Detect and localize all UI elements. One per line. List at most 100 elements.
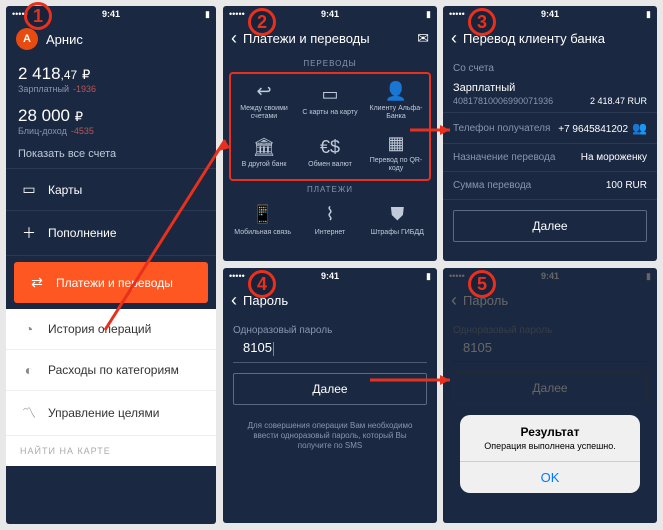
menu-topup[interactable]: ＋ Пополнение (6, 211, 216, 256)
back-icon[interactable]: ‹ (451, 28, 457, 49)
clock-icon: ◔ (20, 321, 38, 337)
step-badge-2: 2 (248, 8, 276, 36)
account-label: Зарплатный (18, 84, 69, 94)
cell-card-to-card[interactable]: ▭С карты на карту (297, 74, 363, 126)
menu-goals[interactable]: 〽 Управление целями (6, 391, 216, 436)
battery-icon: ▮ (426, 9, 431, 20)
account-label: Блиц-доход (18, 126, 67, 136)
otp-label: Одноразовый пароль (443, 317, 657, 338)
payments-grid: 📱Мобильная связь ⌇Интернет ⛊Штрафы ГИБДД (229, 198, 431, 243)
amount-label: Сумма перевода (453, 180, 531, 191)
result-alert: Результат Операция выполнена успешно. OK (460, 415, 640, 493)
menu-label: Пополнение (48, 226, 117, 240)
from-account[interactable]: Зарплатный 40817810006990071936 2 418.47… (443, 76, 657, 113)
chat-icon[interactable]: ✉ (417, 30, 429, 47)
cell-other-bank[interactable]: 🏛В другой банк (231, 126, 297, 178)
contacts-icon[interactable]: 👥 (632, 121, 647, 135)
battery-icon: ▮ (646, 9, 651, 20)
next-button[interactable]: Далее (233, 373, 427, 405)
back-icon[interactable]: ‹ (231, 28, 237, 49)
phone-value: +7 9645841202👥 (558, 121, 647, 135)
account-number: 40817810006990071936 (453, 96, 553, 106)
battery-icon: ▮ (205, 9, 210, 20)
phone-label: Телефон получателя (453, 123, 550, 134)
page-title: Перевод клиенту банка (463, 31, 649, 46)
avatar: А (16, 28, 38, 50)
clock: 9:41 (102, 9, 120, 19)
menu-expenses[interactable]: ◐ Расходы по категориям (6, 350, 216, 391)
page-title: Пароль (463, 293, 649, 308)
account-1[interactable]: 2 418,47 ₽ Зарплатный -1936 (6, 56, 216, 98)
cell-bank-client[interactable]: 👤Клиенту Альфа-Банка (363, 74, 429, 126)
menu-label: Расходы по категориям (48, 363, 179, 377)
cell-internet[interactable]: ⌇Интернет (296, 198, 363, 243)
account-2[interactable]: 28 000 ₽ Блиц-доход -4535 (6, 98, 216, 140)
screen-3-transfer-form: ••••• 9:41 ▮ ‹ Перевод клиенту банка Со … (443, 6, 657, 261)
page-title: Пароль (243, 293, 429, 308)
screen-4-otp: ••••• 9:41 ▮ ‹ Пароль Одноразовый пароль… (223, 268, 437, 523)
chart-icon: 〽 (20, 403, 38, 423)
show-all-accounts[interactable]: Показать все счета (6, 140, 216, 169)
balance-cents: ,47 (61, 68, 78, 82)
section-transfers: ПЕРЕВОДЫ (223, 55, 437, 72)
phone-icon: 📱 (251, 204, 273, 226)
screen-2-payments: ••••• 9:41 ▮ ‹ Платежи и переводы ✉ ПЕРЕ… (223, 6, 437, 261)
alert-ok-button[interactable]: OK (460, 461, 640, 493)
next-button: Далее (453, 372, 647, 404)
otp-label: Одноразовый пароль (223, 317, 437, 338)
signal-dots: ••••• (229, 9, 245, 19)
recipient-phone-row[interactable]: Телефон получателя +7 9645841202👥 (443, 113, 657, 144)
purpose-row[interactable]: Назначение перевода На мороженку (443, 144, 657, 172)
step-badge-5: 5 (468, 270, 496, 298)
back-icon: ‹ (451, 290, 457, 311)
shield-icon: ⛊ (391, 204, 405, 226)
signal-dots: ••••• (449, 9, 465, 19)
clock: 9:41 (321, 271, 339, 281)
exchange-icon: €$ (320, 136, 340, 158)
person-icon: 👤 (385, 80, 407, 102)
amount-row[interactable]: Сумма перевода 100 RUR (443, 172, 657, 200)
clock: 9:41 (541, 9, 559, 19)
clock: 9:41 (541, 271, 559, 281)
wifi-icon: ⌇ (326, 204, 335, 226)
return-icon: ↩ (256, 80, 271, 102)
otp-hint: Для совершения операции Вам необходимо в… (223, 415, 437, 458)
next-button[interactable]: Далее (453, 210, 647, 242)
account-name: Зарплатный (453, 82, 647, 94)
account-balance: 2 418.47 RUR (590, 96, 647, 106)
cell-fines[interactable]: ⛊Штрафы ГИБДД (364, 198, 431, 243)
menu-label: История операций (48, 322, 151, 336)
cell-qr-transfer[interactable]: ▦Перевод по QR-коду (363, 126, 429, 178)
transfer-icon: ⇄ (28, 274, 46, 291)
screen-5-result: ••••• 9:41 ▮ ‹ Пароль Одноразовый пароль… (443, 268, 657, 523)
battery-icon: ▮ (426, 271, 431, 282)
step-badge-4: 4 (248, 270, 276, 298)
cell-mobile[interactable]: 📱Мобильная связь (229, 198, 296, 243)
otp-input[interactable]: 8105 (233, 338, 427, 363)
menu-label: Платежи и переводы (56, 276, 173, 290)
user-name: Арнис (46, 32, 83, 47)
menu-payments-transfers[interactable]: ⇄ Платежи и переводы (14, 262, 208, 303)
menu-cards[interactable]: ▭ Карты (6, 169, 216, 211)
cell-own-accounts[interactable]: ↩Между своими счетами (231, 74, 297, 126)
cards-icon: ▭ (321, 84, 338, 106)
battery-icon: ▮ (646, 271, 651, 282)
pie-icon: ◐ (20, 362, 38, 378)
alert-message: Операция выполнена успешно. (460, 441, 640, 461)
section-payments: ПЛАТЕЖИ (223, 181, 437, 198)
clock: 9:41 (321, 9, 339, 19)
purpose-value: На мороженку (581, 152, 647, 163)
cell-exchange[interactable]: €$Обмен валют (297, 126, 363, 178)
step-badge-1: 1 (24, 2, 52, 30)
menu-history[interactable]: ◔ История операций (6, 309, 216, 350)
back-icon[interactable]: ‹ (231, 290, 237, 311)
signal-dots: ••••• (229, 271, 245, 281)
find-on-map[interactable]: НАЙТИ НА КАРТЕ (6, 436, 216, 466)
balance-int: 2 418 (18, 64, 61, 83)
card-icon: ▭ (20, 181, 38, 198)
account-delta: -1936 (73, 84, 96, 94)
step-badge-3: 3 (468, 8, 496, 36)
plus-icon: ＋ (20, 223, 38, 243)
otp-input: 8105 (453, 338, 647, 362)
currency: ₽ (82, 67, 90, 82)
